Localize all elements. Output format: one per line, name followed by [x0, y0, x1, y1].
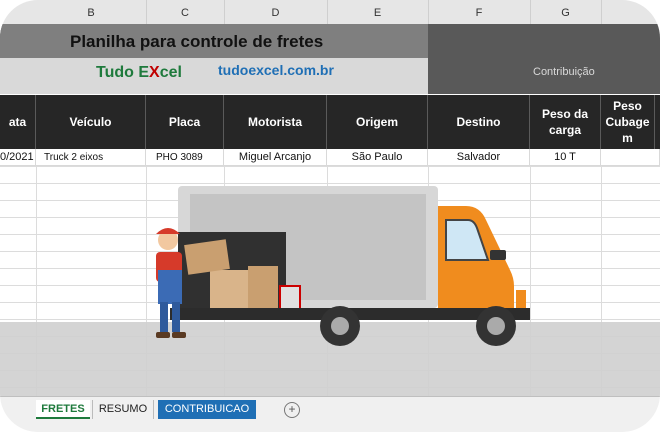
header-origem[interactable]: Origem: [327, 95, 428, 149]
brand-logo: Tudo EXcel: [96, 64, 182, 82]
header-veiculo[interactable]: Veículo: [36, 95, 146, 149]
contribution-label: Contribuição: [533, 66, 595, 78]
column-header-e[interactable]: E: [327, 0, 429, 24]
column-header-c[interactable]: C: [146, 0, 225, 24]
worker-cap: [156, 228, 180, 234]
brand-logo-part2: cel: [159, 64, 182, 81]
worker-shoe-right: [172, 332, 186, 338]
brand-logo-x: X: [149, 64, 160, 81]
carried-box: [184, 239, 230, 275]
brand-url-link[interactable]: tudoexcel.com.br: [218, 62, 334, 78]
tab-contribuicao[interactable]: CONTRIBUICAO: [158, 400, 256, 419]
header-data[interactable]: ata: [0, 95, 36, 149]
brand-logo-part1: Tudo E: [96, 64, 150, 81]
cell-data[interactable]: 0/2021: [0, 149, 36, 166]
truck-hub-front: [487, 317, 505, 335]
worker-shoe-left: [156, 332, 170, 338]
column-header-b[interactable]: B: [36, 0, 147, 24]
cell-placa[interactable]: PHO 3089: [146, 149, 224, 166]
cell-origem[interactable]: São Paulo: [327, 149, 428, 166]
cell-motorista[interactable]: Miguel Arcanjo: [224, 149, 327, 166]
worker-leg-left: [160, 302, 168, 332]
delivery-truck-illustration: [156, 186, 530, 346]
cell-peso-cubagem[interactable]: [601, 149, 660, 166]
column-header-row: B C D E F G: [0, 0, 660, 25]
truck-light: [516, 290, 526, 308]
tab-resumo[interactable]: RESUMO: [92, 400, 154, 419]
brand-band: [0, 58, 428, 94]
header-motorista[interactable]: Motorista: [224, 95, 327, 149]
column-header-d[interactable]: D: [224, 0, 328, 24]
cell-destino[interactable]: Salvador: [428, 149, 530, 166]
truck-hub-rear: [331, 317, 349, 335]
cargo-box-1: [210, 270, 252, 308]
header-placa[interactable]: Placa: [146, 95, 224, 149]
header-peso-carga[interactable]: Peso da carga: [530, 95, 601, 149]
header-destino[interactable]: Destino: [428, 95, 530, 149]
cell-veiculo[interactable]: Truck 2 eixos: [36, 149, 146, 166]
worker-leg-right: [172, 302, 180, 332]
column-header-f[interactable]: F: [428, 0, 531, 24]
worker-overalls: [158, 270, 182, 304]
page-title: Planilha para controle de fretes: [0, 24, 428, 58]
cargo-box-2: [248, 266, 278, 308]
cell-peso-carga[interactable]: 10 T: [530, 149, 601, 166]
add-sheet-button[interactable]: +: [284, 402, 300, 418]
header-peso-cubagem[interactable]: Peso Cubage m: [601, 95, 655, 149]
tab-fretes[interactable]: FRETES: [36, 400, 90, 419]
column-header-g[interactable]: G: [530, 0, 602, 24]
spreadsheet-window: B C D E F G Planilha para controle de fr…: [0, 0, 660, 432]
truck-mirror: [490, 250, 506, 260]
